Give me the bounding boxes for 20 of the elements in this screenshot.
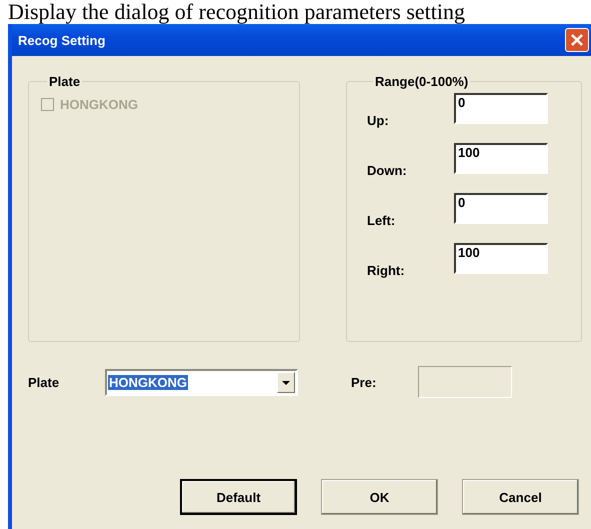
field-label: Left: <box>367 212 396 228</box>
field-label: Down: <box>367 162 408 178</box>
field-label: Up: <box>367 112 390 128</box>
field-label: Pre: <box>351 374 378 390</box>
field-label: Plate <box>28 374 60 390</box>
dialog-button[interactable]: Cancel <box>462 479 579 515</box>
checkbox-label: HONGKONG <box>60 97 138 112</box>
input-field[interactable]: 0 <box>454 93 548 124</box>
input-field[interactable]: 100 <box>454 143 548 174</box>
input-field[interactable]: 100 <box>454 243 548 274</box>
input-field[interactable]: 0 <box>454 193 548 224</box>
plate-dropdown[interactable]: HONGKONG <box>105 368 298 396</box>
window-title: Recog Setting <box>18 32 106 48</box>
group-title: Plate <box>48 74 82 89</box>
close-icon[interactable] <box>565 28 589 52</box>
field-label: Right: <box>367 262 406 278</box>
group-title: Range(0-100%) <box>374 74 470 89</box>
caption-text: Display the dialog of recognition parameters setting <box>7 0 466 24</box>
dialog-button[interactable]: OK <box>321 479 438 515</box>
dialog-button[interactable]: Default <box>180 479 297 515</box>
